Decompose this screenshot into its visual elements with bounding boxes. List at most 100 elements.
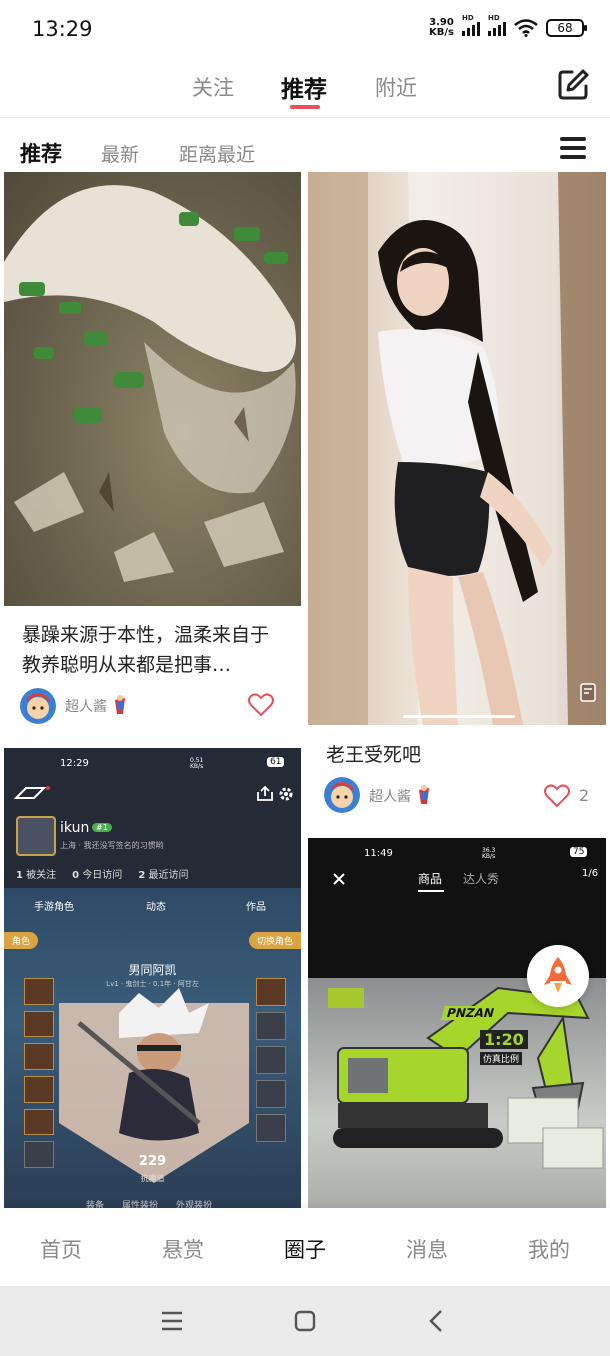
like-heart-icon[interactable]	[248, 693, 274, 717]
home-icon[interactable]	[293, 1309, 317, 1333]
game-character-panel: 手游角色 动态 作品 角色 切换角色 男同阿凯 Lv1 · 鬼剑士 · 0.1年…	[4, 888, 301, 1208]
rocket-icon	[544, 957, 572, 993]
top-tabs: 关注 推荐 附近	[0, 58, 610, 118]
nav-home[interactable]: 首页	[11, 1234, 111, 1264]
active-tab-indicator	[290, 105, 320, 109]
status-bar: 13:29 3.90 KB/s HD HD 68	[0, 0, 610, 58]
recent-apps-icon[interactable]	[160, 1310, 184, 1332]
game-bottom-tabs: 装备 属性装扮 外观装扮	[86, 1198, 212, 1208]
game-tab-works: 作品	[246, 902, 266, 913]
author-name-2[interactable]: 超人酱	[369, 786, 411, 806]
network-speed-unit: KB/s	[429, 27, 454, 38]
post-image-photo[interactable]	[308, 172, 606, 725]
excavator-scale-label: 仿真比例	[480, 1052, 523, 1065]
post-title-2[interactable]: 老王受死吧	[326, 740, 586, 770]
post-image-soup[interactable]	[4, 172, 301, 606]
post-card-1[interactable]: 暴躁来源于本性，温柔来自于教养聪明从来都是把事… 超人酱	[4, 172, 301, 737]
avatar-illustration-2	[324, 777, 360, 813]
like-heart-icon-2[interactable]	[544, 784, 570, 808]
tab-recommend[interactable]: 推荐	[281, 70, 327, 104]
status-time: 13:29	[32, 17, 93, 41]
stat-recent: 2 最近访问	[138, 866, 188, 881]
author-avatar-2[interactable]	[324, 777, 360, 813]
status-icons: 3.90 KB/s HD HD 68	[429, 14, 587, 38]
nav-bounty[interactable]: 悬赏	[133, 1234, 233, 1264]
game-chip-role: 角色	[4, 932, 39, 949]
feed-grid: 暴躁来源于本性，温柔来自于教养聪明从来都是把事… 超人酱 老王受死吧 超人酱 2…	[0, 172, 610, 1208]
hd-label: HD	[462, 14, 474, 22]
stat-today-label: 今日访问	[82, 870, 123, 881]
settings-gear-icon[interactable]	[278, 786, 294, 802]
close-icon[interactable]	[332, 872, 346, 886]
game-avatar	[16, 816, 56, 856]
soup-illustration	[4, 185, 296, 582]
shot4-pager: 1/6	[582, 868, 599, 879]
excavator-image: PNZAN 1:20 仿真比例	[308, 978, 606, 1208]
game-power-value: 229	[138, 1154, 167, 1169]
game-power-label: 抗魔值	[140, 1174, 165, 1183]
game-stats: 1 被关注 0 今日访问 2 最近访问	[16, 866, 188, 881]
back-icon[interactable]	[428, 1309, 444, 1333]
edit-icon[interactable]	[556, 68, 590, 102]
stat-followed-label: 被关注	[26, 870, 57, 881]
system-navigation-bar	[0, 1286, 610, 1356]
stat-today: 0 今日访问	[72, 866, 122, 881]
game-tab-role: 手游角色	[34, 902, 74, 913]
nav-mine[interactable]: 我的	[499, 1234, 599, 1264]
nav-messages[interactable]: 消息	[377, 1234, 477, 1264]
video-progress-bar	[403, 715, 515, 718]
menu-icon[interactable]	[560, 137, 586, 161]
post-card-4[interactable]: 11:49 36.3 KB/s 75 商品 达人秀 1/6 PNZAN 1:20…	[308, 838, 606, 1208]
game-char-name: 男同阿凯	[128, 963, 177, 977]
author-avatar-1[interactable]	[20, 688, 56, 724]
bottom-nav: 首页 悬赏 圈子 消息 我的	[0, 1208, 610, 1286]
stat-followed-num: 1	[16, 870, 23, 881]
game-logo-icon	[14, 786, 50, 799]
rocket-float-button[interactable]	[527, 945, 589, 1007]
shot-battery: 61	[267, 757, 285, 767]
shot4-battery: 75	[570, 847, 588, 857]
network-speed: 3.90 KB/s	[429, 18, 454, 38]
stat-today-num: 0	[72, 870, 80, 881]
equip-slots-right	[256, 978, 286, 1148]
tab-follow[interactable]: 关注	[192, 72, 234, 102]
stat-followed: 1 被关注	[16, 866, 56, 881]
shot4-tab-goods: 商品	[418, 872, 443, 886]
share-icon[interactable]	[256, 786, 274, 802]
game-character-art	[59, 988, 249, 1183]
post-card-3[interactable]: 12:29 0.51 KB/s 61 ikun #1 上海 · 我还没写签名的习…	[4, 748, 301, 1208]
document-icon[interactable]	[578, 682, 600, 704]
signal-icon: HD	[462, 14, 480, 36]
post-card-2[interactable]: 老王受死吧 超人酱 2	[308, 172, 606, 832]
nav-circle[interactable]: 圈子	[255, 1234, 355, 1264]
shot-time: 12:29	[60, 758, 89, 769]
subtab-latest[interactable]: 最新	[101, 140, 139, 167]
stat-recent-label: 最近访问	[148, 870, 189, 881]
game-level-badge: #1	[92, 823, 112, 832]
avatar-illustration	[20, 688, 56, 724]
equip-slots-left	[24, 978, 54, 1169]
post-title-1[interactable]: 暴躁来源于本性，温柔来自于教养聪明从来都是把事…	[22, 620, 281, 680]
game-bottom-tab-look: 外观装扮	[176, 1201, 213, 1208]
game-bottom-tab-attr: 属性装扮	[122, 1201, 159, 1208]
shot-speed-unit: KB/s	[190, 763, 204, 770]
author-name-1[interactable]: 超人酱	[65, 696, 107, 716]
tab-nearby[interactable]: 附近	[375, 72, 417, 102]
game-username: ikun	[60, 820, 90, 836]
signal-icon-2: HD	[488, 14, 506, 36]
hd-label-2: HD	[488, 14, 500, 22]
shot4-tab-show: 达人秀	[463, 872, 500, 886]
shot4-speed: 36.3 KB/s	[482, 848, 495, 860]
subtab-nearest[interactable]: 距离最近	[179, 140, 255, 167]
game-profile-header: 12:29 0.51 KB/s 61 ikun #1 上海 · 我还没写签名的习…	[4, 748, 301, 888]
stat-recent-num: 2	[138, 870, 146, 881]
game-bottom-tab-equip: 装备	[86, 1201, 105, 1208]
shot4-speed-unit: KB/s	[482, 853, 496, 860]
subtab-recommend[interactable]: 推荐	[20, 138, 62, 168]
photo-illustration	[308, 172, 606, 725]
game-bio: 上海 · 我还没写签名的习惯哟	[60, 841, 164, 850]
superhero-emoji-icon	[115, 695, 125, 714]
wifi-icon	[514, 19, 538, 37]
excavator-scale: 1:20	[480, 1030, 528, 1049]
game-tab-feed: 动态	[146, 902, 166, 913]
